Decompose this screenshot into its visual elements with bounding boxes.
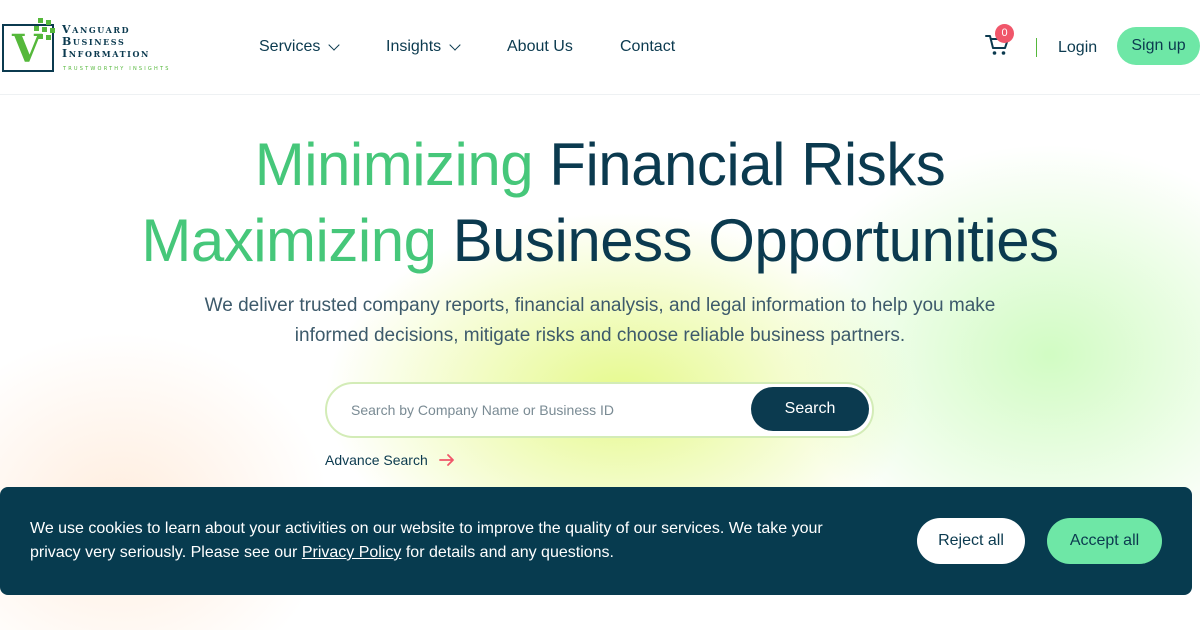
signup-button[interactable]: Sign up <box>1117 27 1200 65</box>
logo-wordmark: Vanguard Business Information <box>62 24 150 60</box>
accept-all-button[interactable]: Accept all <box>1047 518 1162 564</box>
brand-logo[interactable]: V Vanguard Business Information TRUSTWOR… <box>2 18 182 76</box>
cookie-consent-banner: We use cookies to learn about your activ… <box>0 487 1192 595</box>
company-search-bar: Search <box>325 382 874 438</box>
hero-subtitle: We deliver trusted company reports, fina… <box>204 295 996 346</box>
chevron-down-icon <box>328 39 341 51</box>
nav-item-label: Insights <box>386 38 442 55</box>
nav-item-label: Services <box>259 38 321 55</box>
advance-search-label: Advance Search <box>325 452 428 468</box>
cart-count-badge: 0 <box>995 24 1014 43</box>
nav-item-label: About Us <box>507 38 573 55</box>
chevron-down-icon <box>449 39 461 51</box>
logo-tagline: TRUSTWORTHY INSIGHTS <box>63 66 171 72</box>
hero-heading-line1: Minimizing Financial Risks <box>0 132 1200 198</box>
hero-heading-text: Business Opportunities <box>452 207 1060 274</box>
hero-heading-highlight: Minimizing <box>254 131 534 198</box>
logo-name-line3: Information <box>62 47 150 60</box>
nav-item-contact[interactable]: Contact <box>620 36 675 58</box>
arrow-right-icon <box>438 454 454 466</box>
nav-item-label: Contact <box>620 38 676 55</box>
header-divider <box>1036 38 1037 57</box>
company-search-input[interactable] <box>351 384 751 436</box>
hero-heading-highlight: Maximizing <box>141 207 437 274</box>
search-button[interactable]: Search <box>751 387 869 431</box>
site-header: V Vanguard Business Information TRUSTWOR… <box>0 0 1200 95</box>
reject-all-button[interactable]: Reject all <box>917 518 1025 564</box>
nav-item-about-us[interactable]: About Us <box>507 36 573 58</box>
advance-search-link[interactable]: Advance Search <box>325 452 456 468</box>
nav-item-insights[interactable]: Insights <box>386 36 461 58</box>
cookie-message: We use cookies to learn about your activ… <box>30 517 830 565</box>
hero-heading-text: Financial Risks <box>549 131 946 198</box>
hero-heading-line2: Maximizing Business Opportunities <box>0 208 1200 274</box>
cookie-text-after: for details and any questions. <box>405 544 614 561</box>
nav-item-services[interactable]: Services <box>259 36 341 58</box>
login-link[interactable]: Login <box>1058 37 1097 59</box>
privacy-policy-link[interactable]: Privacy Policy <box>302 544 402 561</box>
logo-pixel-dots <box>32 18 56 40</box>
